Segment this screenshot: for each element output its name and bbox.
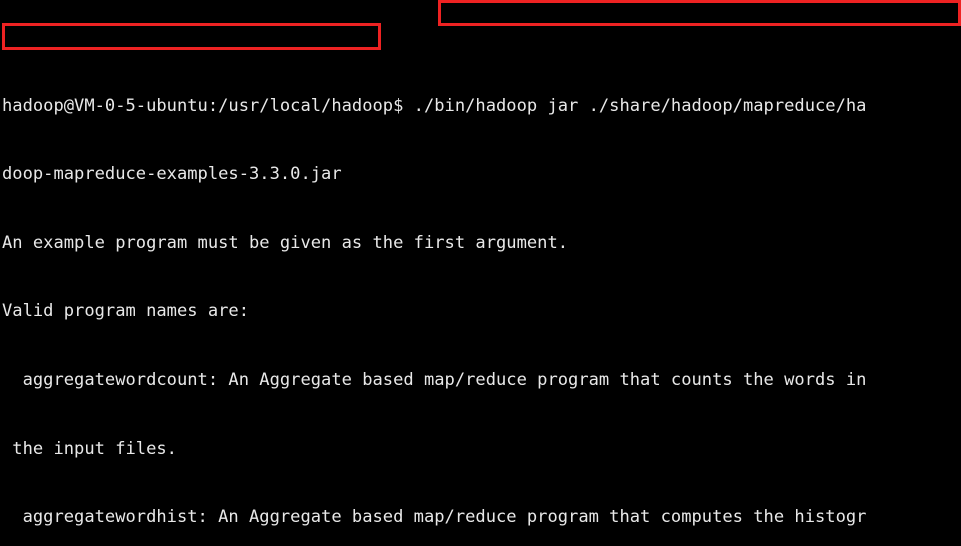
- terminal-line-command-wrap: doop-mapreduce-examples-3.3.0.jar: [2, 164, 342, 185]
- terminal-line: Valid program names are:: [2, 301, 249, 322]
- terminal-line: An example program must be given as the …: [2, 232, 569, 253]
- terminal-line: aggregatewordhist: An Aggregate based ma…: [2, 507, 867, 528]
- terminal-prompt-line: hadoop@VM-0-5-ubuntu:/usr/local/hadoop$ …: [2, 95, 867, 116]
- terminal-window[interactable]: hadoop@VM-0-5-ubuntu:/usr/local/hadoop$ …: [0, 0, 961, 546]
- terminal-output[interactable]: hadoop@VM-0-5-ubuntu:/usr/local/hadoop$ …: [2, 0, 952, 546]
- terminal-line: the input files.: [2, 438, 177, 459]
- terminal-line: aggregatewordcount: An Aggregate based m…: [2, 370, 867, 390]
